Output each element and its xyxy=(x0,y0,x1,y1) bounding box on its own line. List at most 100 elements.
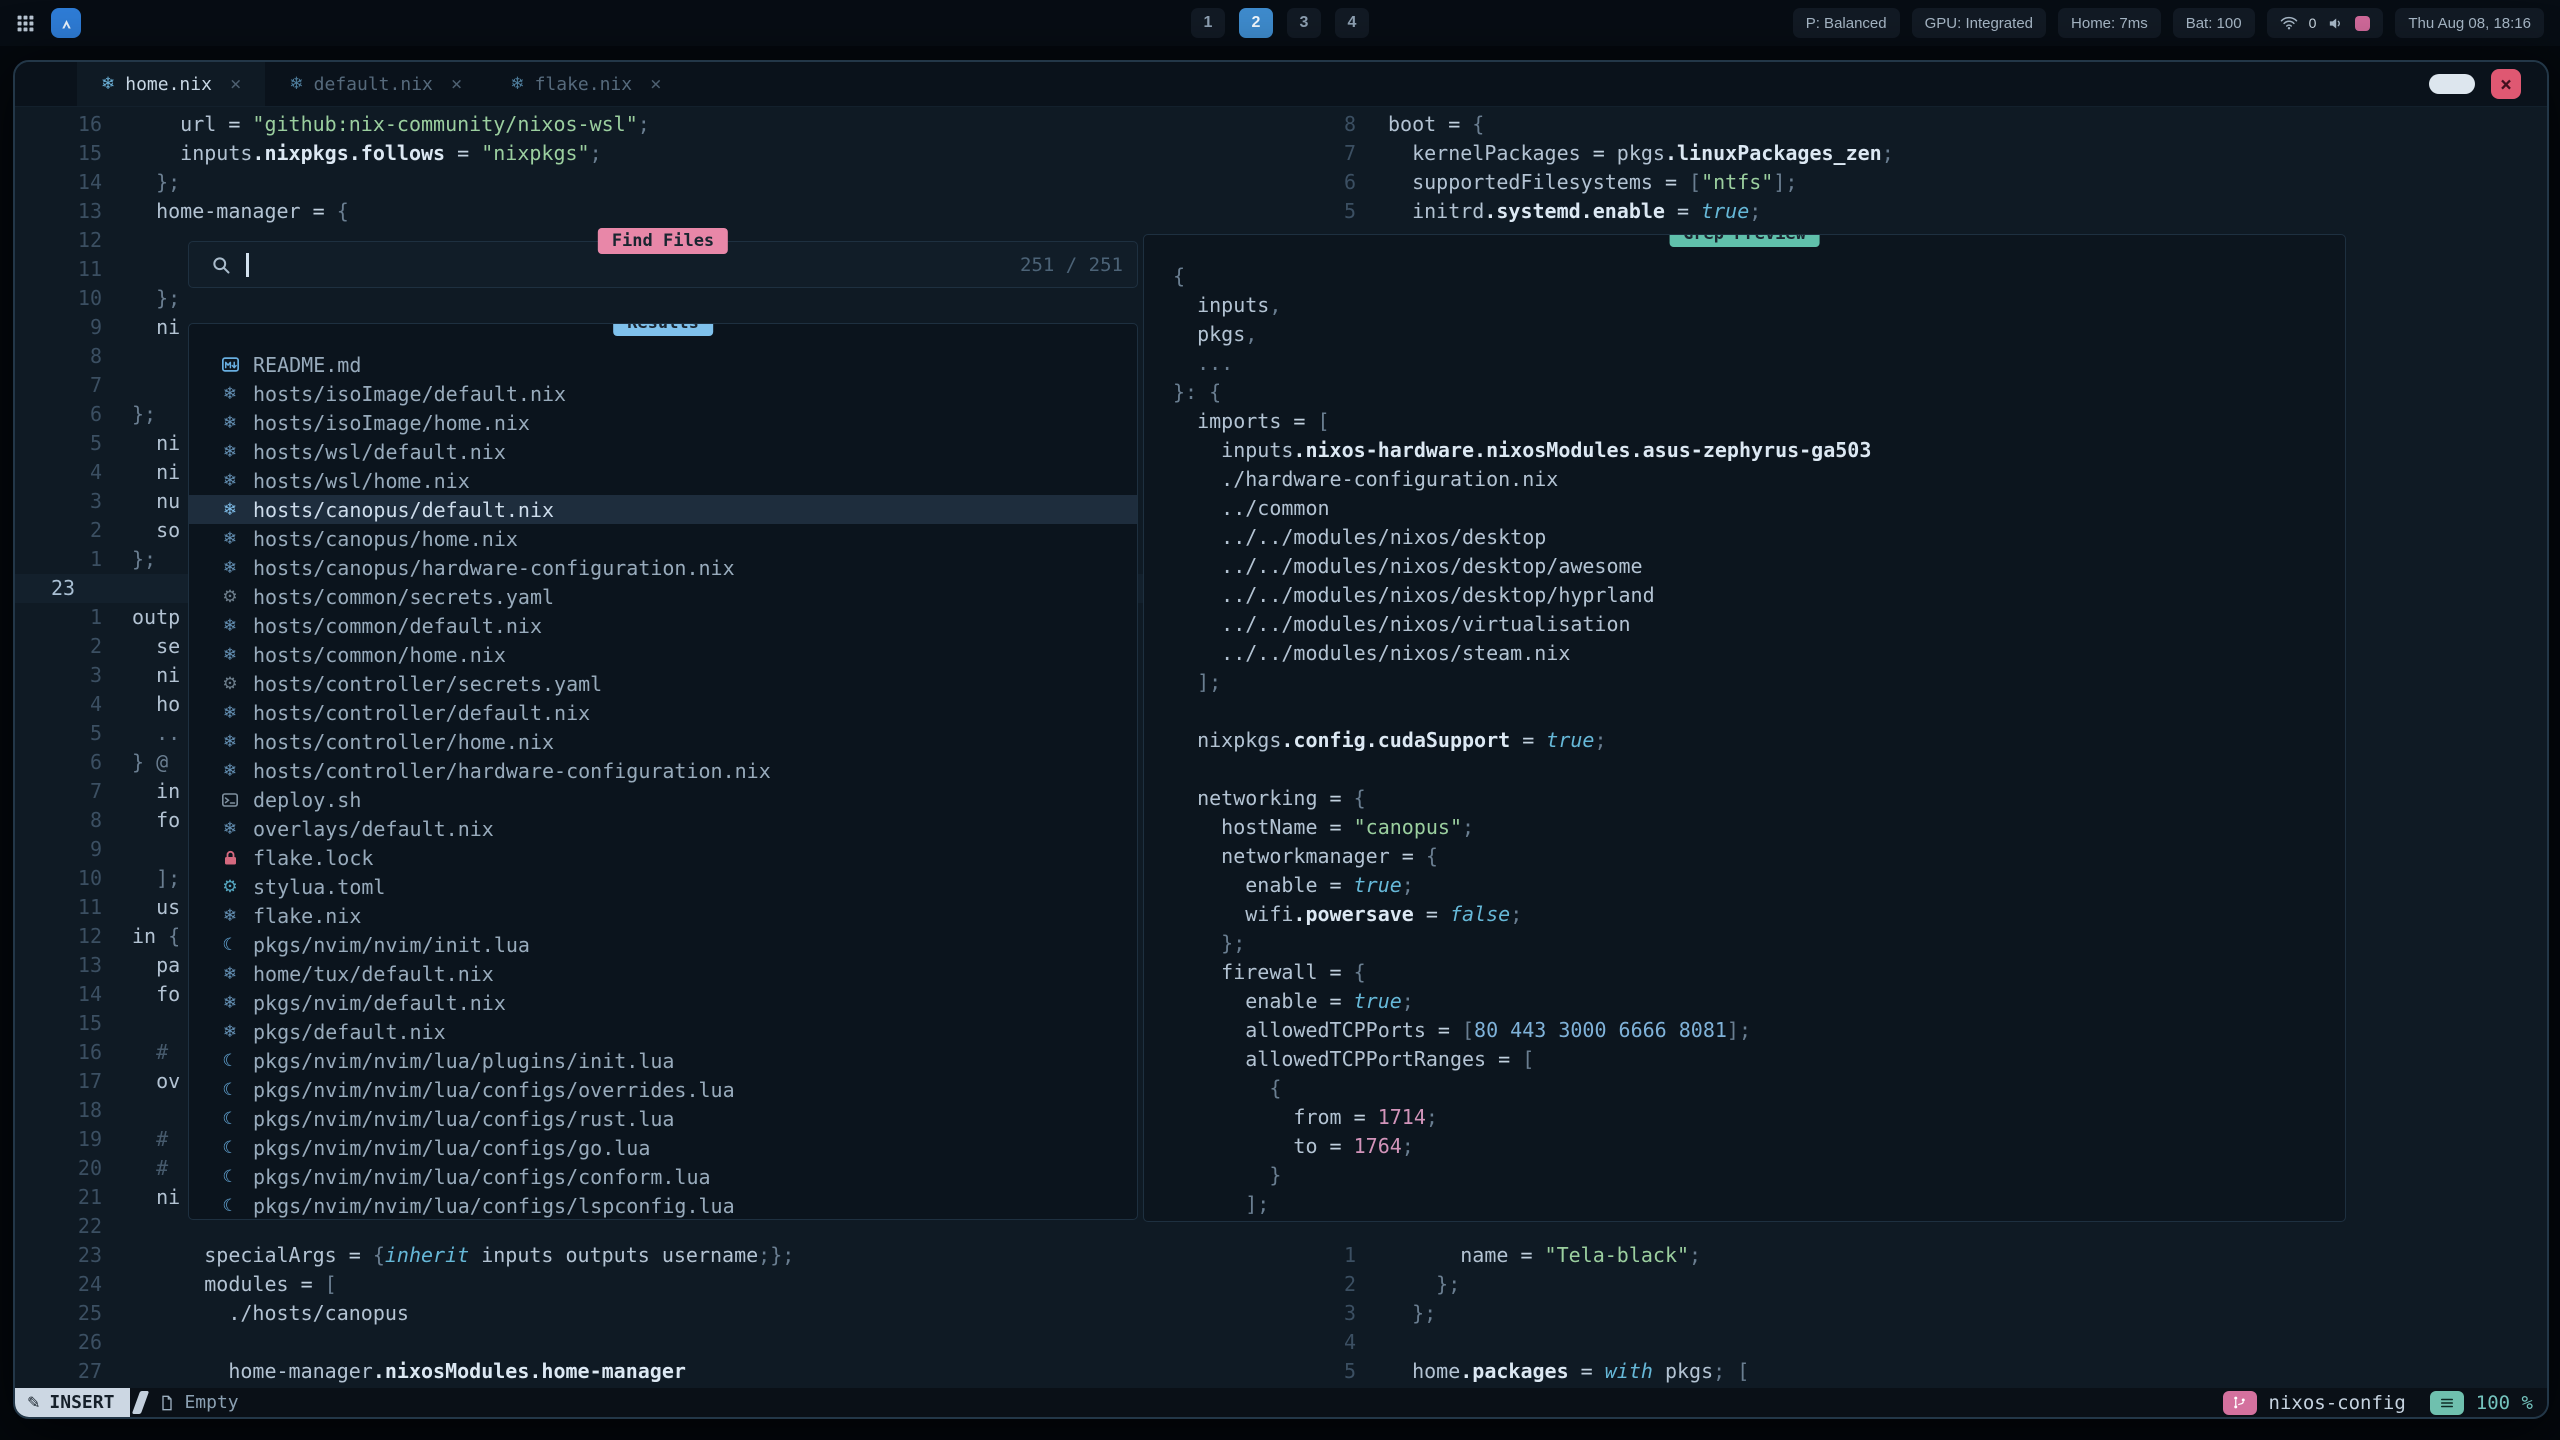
code-line: networkmanager = { xyxy=(1173,842,2345,871)
line-number: 8 xyxy=(1338,110,1362,139)
result-item[interactable]: ☾pkgs/nvim/nvim/lua/configs/conform.lua xyxy=(189,1162,1137,1191)
result-label: pkgs/nvim/nvim/lua/configs/rust.lua xyxy=(253,1107,674,1131)
lua-file-icon: ☾ xyxy=(219,1167,241,1187)
code-line: networking = { xyxy=(1173,784,2345,813)
find-files-prompt[interactable]: Find Files 251 / 251 xyxy=(188,241,1138,288)
code-line: 14 }; xyxy=(15,168,1338,197)
result-label: hosts/isoImage/default.nix xyxy=(253,382,566,406)
code-text: ni xyxy=(132,458,180,487)
result-item[interactable]: ❄hosts/common/default.nix xyxy=(189,611,1137,640)
line-number: 18 xyxy=(15,1096,132,1125)
line-number: 4 xyxy=(15,458,132,487)
line-number: 20 xyxy=(15,1154,132,1183)
result-item[interactable]: ⚙hosts/common/secrets.yaml xyxy=(189,582,1137,611)
code-text: ni xyxy=(132,313,180,342)
tab-close-icon[interactable]: × xyxy=(451,73,462,95)
result-item[interactable]: ❄hosts/isoImage/home.nix xyxy=(189,408,1137,437)
line-number: 5 xyxy=(1338,1357,1362,1386)
result-item[interactable]: ❄hosts/canopus/default.nix xyxy=(189,495,1137,524)
tab-default.nix[interactable]: ❄default.nix× xyxy=(265,62,486,106)
line-number: 3 xyxy=(15,661,132,690)
result-item[interactable]: ⚙stylua.toml xyxy=(189,872,1137,901)
volume-icon[interactable] xyxy=(2327,15,2344,32)
code-line xyxy=(1173,755,2345,784)
code-text: enable = true; xyxy=(1173,987,1414,1016)
result-item[interactable]: ❄hosts/wsl/home.nix xyxy=(189,466,1137,495)
result-item[interactable]: ☾pkgs/nvim/nvim/lua/configs/go.lua xyxy=(189,1133,1137,1162)
code-text: in { xyxy=(132,922,180,951)
code-line: 8boot = { xyxy=(1338,110,2547,139)
window-controls: × xyxy=(2429,69,2521,99)
result-item[interactable]: ❄hosts/wsl/default.nix xyxy=(189,437,1137,466)
code-text: ../../modules/nixos/steam.nix xyxy=(1173,639,1570,668)
tab-close-icon[interactable]: × xyxy=(650,73,661,95)
result-item[interactable]: ❄hosts/controller/hardware-configuration… xyxy=(189,756,1137,785)
workspace-button-1[interactable]: 1 xyxy=(1191,8,1225,38)
code-text: ../../modules/nixos/desktop/awesome xyxy=(1173,552,1643,581)
result-item[interactable]: ❄overlays/default.nix xyxy=(189,814,1137,843)
nix-file-icon: ❄ xyxy=(219,819,241,839)
code-text: ../../modules/nixos/desktop xyxy=(1173,523,1546,552)
code-line: ../../modules/nixos/desktop/hyprland xyxy=(1173,581,2345,610)
workspace-button-3[interactable]: 3 xyxy=(1287,8,1321,38)
scroll-icon xyxy=(2430,1391,2464,1415)
nix-file-icon: ❄ xyxy=(510,74,524,94)
tab-close-icon[interactable]: × xyxy=(230,73,241,95)
notification-badge[interactable]: 0 xyxy=(2309,15,2317,31)
code-line: ../../modules/nixos/desktop xyxy=(1173,523,2345,552)
line-number: 9 xyxy=(15,313,132,342)
distro-logo-icon[interactable] xyxy=(51,8,81,38)
workspace-button-2[interactable]: 2 xyxy=(1239,8,1273,38)
code-line: allowedTCPPortRanges = [ xyxy=(1173,1045,2345,1074)
wifi-icon[interactable] xyxy=(2280,14,2298,32)
result-item[interactable]: ❄home/tux/default.nix xyxy=(189,959,1137,988)
topbar-module: Home: 7ms xyxy=(2058,8,2161,38)
code-text: } @ xyxy=(132,748,168,777)
code-text: from = 1714; xyxy=(1173,1103,1438,1132)
toggle-pill-icon[interactable] xyxy=(2429,74,2475,94)
topbar-right: P: BalancedGPU: IntegratedHome: 7msBat: … xyxy=(1793,8,2544,38)
git-branch-icon xyxy=(2223,1391,2257,1415)
result-item[interactable]: ☾pkgs/nvim/nvim/lua/configs/overrides.lu… xyxy=(189,1075,1137,1104)
code-line: ../../modules/nixos/steam.nix xyxy=(1173,639,2345,668)
result-item[interactable]: ❄flake.nix xyxy=(189,901,1137,930)
result-item[interactable]: README.md xyxy=(189,350,1137,379)
result-item[interactable]: ⚙hosts/controller/secrets.yaml xyxy=(189,669,1137,698)
result-item[interactable]: ☾pkgs/nvim/nvim/init.lua xyxy=(189,930,1137,959)
result-label: pkgs/nvim/nvim/lua/configs/overrides.lua xyxy=(253,1078,735,1102)
line-number: 16 xyxy=(15,110,132,139)
line-number: 6 xyxy=(1338,168,1362,197)
app-launcher-icon[interactable] xyxy=(16,14,35,33)
result-item[interactable]: ❄hosts/common/home.nix xyxy=(189,640,1137,669)
code-line: 5 home.packages = with pkgs; [ xyxy=(1338,1357,2547,1386)
result-item[interactable]: ❄hosts/controller/default.nix xyxy=(189,698,1137,727)
line-number: 11 xyxy=(15,255,132,284)
result-item[interactable]: ☾pkgs/nvim/nvim/lua/configs/rust.lua xyxy=(189,1104,1137,1133)
code-line: ../../modules/nixos/desktop/awesome xyxy=(1173,552,2345,581)
code-text: us xyxy=(132,893,180,922)
tab-flake.nix[interactable]: ❄flake.nix× xyxy=(486,62,685,106)
result-item[interactable]: deploy.sh xyxy=(189,785,1137,814)
line-number: 15 xyxy=(15,1009,132,1038)
result-item[interactable]: ☾pkgs/nvim/nvim/lua/configs/lspconfig.lu… xyxy=(189,1191,1137,1220)
result-item[interactable]: ☾pkgs/nvim/nvim/lua/plugins/init.lua xyxy=(189,1046,1137,1075)
result-item[interactable]: ❄hosts/isoImage/default.nix xyxy=(189,379,1137,408)
window-close-button[interactable]: × xyxy=(2491,69,2521,99)
line-number: 13 xyxy=(15,197,132,226)
code-text: home.packages = with pkgs; [ xyxy=(1362,1357,1749,1386)
result-item[interactable]: ❄pkgs/default.nix xyxy=(189,1017,1137,1046)
result-label: flake.lock xyxy=(253,846,373,870)
line-number: 6 xyxy=(15,748,132,777)
result-item[interactable]: ❄pkgs/nvim/default.nix xyxy=(189,988,1137,1017)
code-line: 24 modules = [ xyxy=(15,1270,1338,1299)
workspace-button-4[interactable]: 4 xyxy=(1335,8,1369,38)
result-item[interactable]: ❄hosts/canopus/home.nix xyxy=(189,524,1137,553)
tab-home.nix[interactable]: ❄home.nix× xyxy=(77,62,265,106)
result-label: hosts/controller/secrets.yaml xyxy=(253,672,602,696)
statusline-right: nixos-config 100 % xyxy=(2223,1388,2547,1417)
result-item[interactable]: ❄hosts/controller/home.nix xyxy=(189,727,1137,756)
result-item[interactable]: flake.lock xyxy=(189,843,1137,872)
lock-file-icon xyxy=(219,850,241,866)
screen-record-icon[interactable] xyxy=(2355,16,2370,31)
result-item[interactable]: ❄hosts/canopus/hardware-configuration.ni… xyxy=(189,553,1137,582)
